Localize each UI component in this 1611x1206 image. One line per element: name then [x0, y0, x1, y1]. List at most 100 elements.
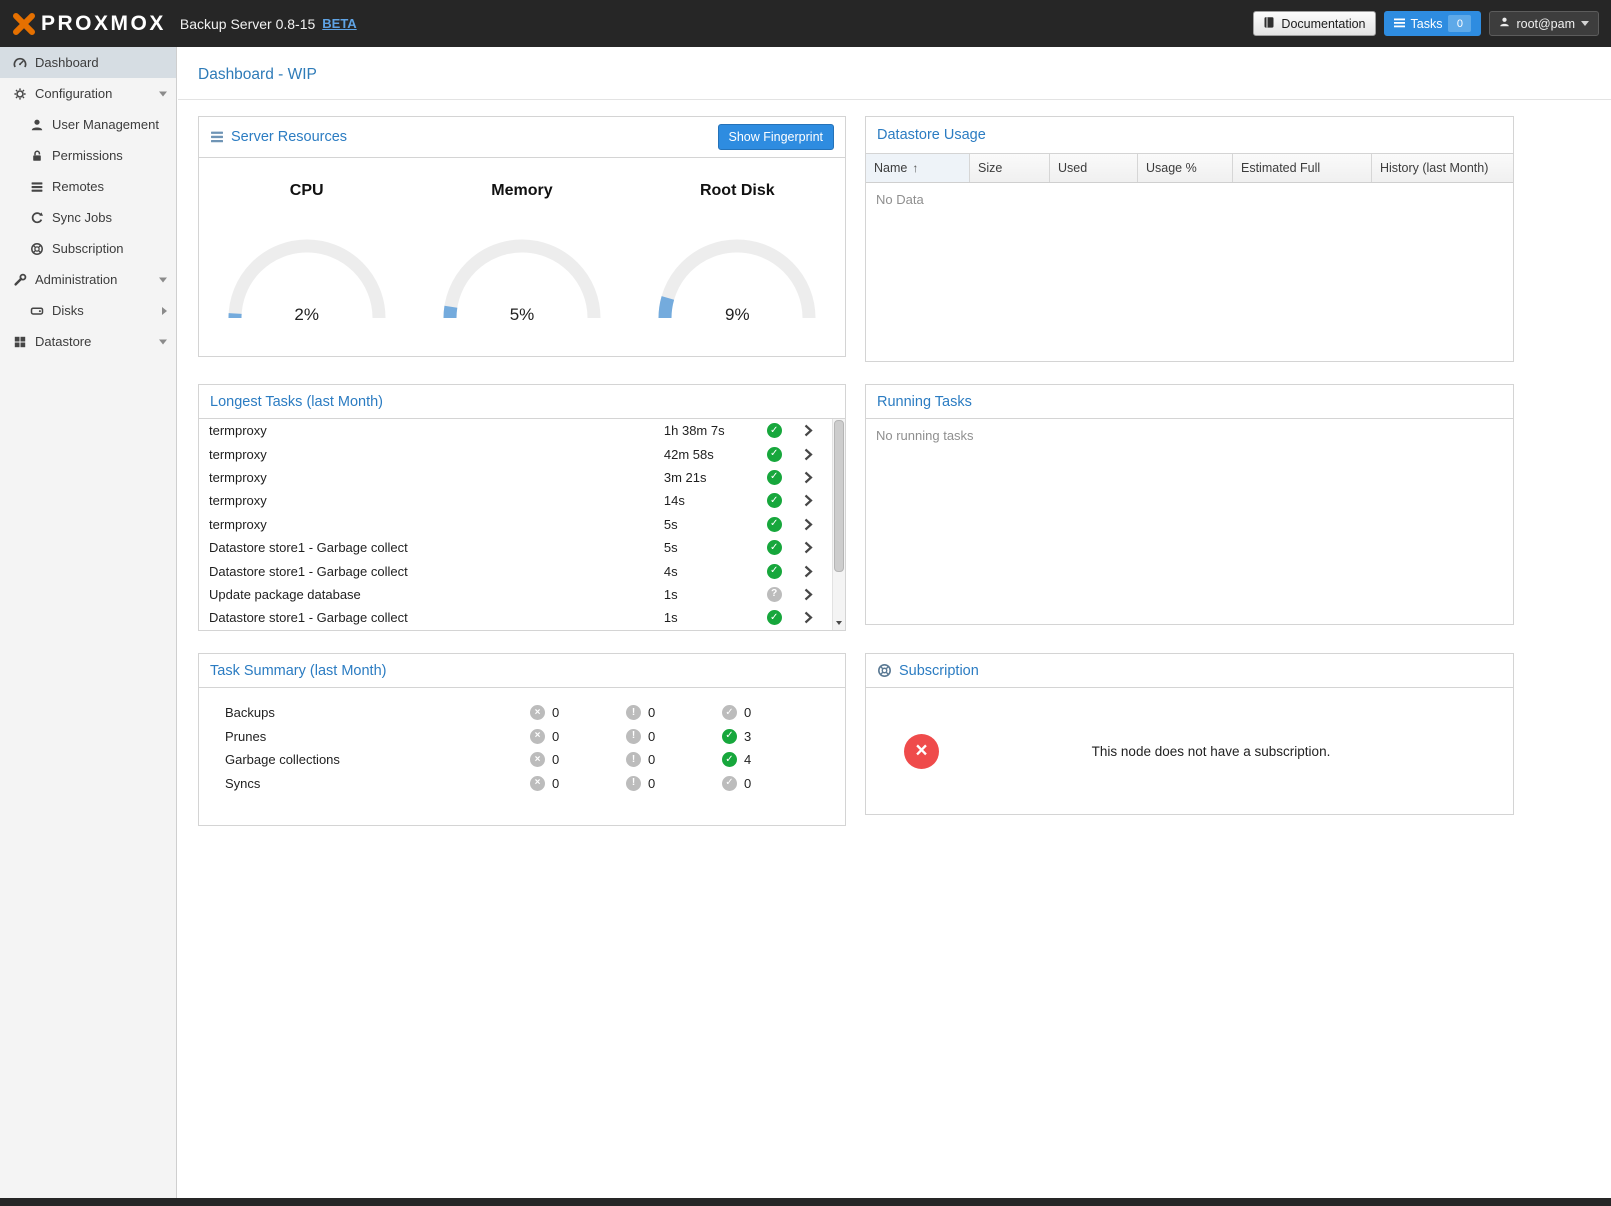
task-duration: 14s — [664, 493, 767, 508]
sidebar-item-label: Configuration — [35, 86, 112, 101]
gauge-title: Root Disk — [632, 182, 842, 200]
sync-icon — [28, 211, 45, 225]
error-count-icon: × — [530, 752, 545, 767]
sidebar-item-label: Disks — [52, 303, 84, 318]
unlock-icon — [28, 149, 45, 163]
user-icon — [28, 118, 45, 132]
task-duration: 3m 21s — [664, 470, 767, 485]
show-fingerprint-button[interactable]: Show Fingerprint — [718, 124, 835, 150]
chevron-right-icon[interactable] — [804, 424, 832, 437]
scrollbar-thumb[interactable] — [834, 420, 844, 572]
task-summary-row-prunes[interactable]: Prunes ×0 !0 ✓3 — [199, 725, 845, 749]
task-duration: 5s — [664, 540, 767, 555]
sidebar-item-label: Subscription — [52, 241, 124, 256]
task-row[interactable]: termproxy 5s ✓ — [199, 513, 832, 536]
summary-label: Backups — [199, 705, 530, 720]
status-ok-icon: ✓ — [767, 493, 805, 508]
chevron-right-icon[interactable] — [804, 541, 832, 554]
column-label: Size — [978, 161, 1002, 175]
column-header-used[interactable]: Used — [1050, 154, 1138, 182]
chevron-down-icon[interactable] — [159, 277, 167, 282]
task-row[interactable]: termproxy 14s ✓ — [199, 489, 832, 512]
chevron-right-icon[interactable] — [804, 611, 832, 624]
chevron-right-icon[interactable] — [804, 494, 832, 507]
task-name: termproxy — [209, 517, 664, 532]
chevron-right-icon[interactable] — [804, 448, 832, 461]
sidebar-item-sync-jobs[interactable]: Sync Jobs — [0, 202, 176, 233]
sidebar-item-permissions[interactable]: Permissions — [0, 140, 176, 171]
column-header-name[interactable]: Name ↑ — [866, 154, 970, 182]
datastore-usage-title: Datastore Usage — [877, 127, 986, 143]
task-name: Datastore store1 - Garbage collect — [209, 540, 664, 555]
sidebar-item-label: Remotes — [52, 179, 104, 194]
error-count-icon: × — [530, 729, 545, 744]
running-tasks-empty-text: No running tasks — [866, 419, 1513, 452]
gauge-memory: Memory 5% — [417, 174, 627, 356]
task-name: termproxy — [209, 470, 664, 485]
chevron-right-icon[interactable] — [162, 307, 167, 315]
column-header-size[interactable]: Size — [970, 154, 1050, 182]
task-row[interactable]: termproxy 42m 58s ✓ — [199, 442, 832, 465]
task-row[interactable]: Update package database 1s ? — [199, 583, 832, 606]
task-summary-row-syncs[interactable]: Syncs ×0 !0 ✓0 — [199, 772, 845, 796]
task-duration: 1h 38m 7s — [664, 423, 767, 438]
chevron-right-icon[interactable] — [804, 565, 832, 578]
status-ok-icon: ✓ — [767, 470, 805, 485]
task-row[interactable]: Datastore store1 - Garbage collect 5s ✓ — [199, 536, 832, 559]
task-row[interactable]: Datastore store1 - Garbage collect 4s ✓ — [199, 559, 832, 582]
column-header-usage-[interactable]: Usage % — [1138, 154, 1233, 182]
error-count: 0 — [552, 776, 559, 791]
sidebar-item-disks[interactable]: Disks — [0, 295, 176, 326]
ok-count: 4 — [744, 752, 751, 767]
task-row[interactable]: Datastore store1 - Garbage collect 1s ✓ — [199, 606, 832, 629]
dashboard-content: Server Resources Show Fingerprint CPU 2%… — [178, 100, 1611, 842]
warning-count: 0 — [648, 776, 655, 791]
server-resources-title: Server Resources — [231, 129, 347, 145]
column-header-estimated-full[interactable]: Estimated Full — [1233, 154, 1372, 182]
scrollbar-down-button[interactable] — [833, 616, 845, 629]
scrollbar[interactable] — [832, 419, 845, 630]
subscription-message: This node does not have a subscription. — [939, 744, 1513, 759]
chevron-right-icon[interactable] — [804, 471, 832, 484]
sidebar-item-configuration[interactable]: Configuration — [0, 78, 176, 109]
warning-count: 0 — [648, 752, 655, 767]
product-subtitle: Backup Server 0.8-15 — [180, 16, 315, 32]
column-header-history-last-month-[interactable]: History (last Month) — [1372, 154, 1513, 182]
sidebar-item-remotes[interactable]: Remotes — [0, 171, 176, 202]
server-resources-panel: Server Resources Show Fingerprint CPU 2%… — [198, 116, 846, 357]
tasks-button[interactable]: Tasks 0 — [1384, 11, 1482, 36]
chevron-down-icon[interactable] — [159, 339, 167, 344]
task-summary-row-backups[interactable]: Backups ×0 !0 ✓0 — [199, 701, 845, 725]
error-count: 0 — [552, 705, 559, 720]
task-duration: 1s — [664, 587, 767, 602]
life-ring-icon — [877, 663, 892, 678]
longest-tasks-grid: termproxy 1h 38m 7s ✓ termproxy 42m 58s … — [199, 419, 845, 630]
sidebar-item-label: Datastore — [35, 334, 91, 349]
task-summary-panel: Task Summary (last Month) Backups ×0 !0 … — [198, 653, 846, 826]
sidebar-item-subscription[interactable]: Subscription — [0, 233, 176, 264]
book-icon — [1263, 16, 1275, 32]
error-count: 0 — [552, 729, 559, 744]
ok-count: 0 — [744, 776, 751, 791]
beta-link[interactable]: BETA — [322, 16, 356, 31]
chevron-down-icon[interactable] — [159, 91, 167, 96]
ok-count-icon: ✓ — [722, 729, 737, 744]
task-row[interactable]: termproxy 1h 38m 7s ✓ — [199, 419, 832, 442]
task-row[interactable]: termproxy 3m 21s ✓ — [199, 466, 832, 489]
documentation-button[interactable]: Documentation — [1253, 11, 1375, 36]
sidebar-item-administration[interactable]: Administration — [0, 264, 176, 295]
sidebar-item-datastore[interactable]: Datastore — [0, 326, 176, 357]
datastore-usage-panel: Datastore Usage Name ↑ Size Used Usage %… — [865, 116, 1514, 362]
top-bar: PROXMOX Backup Server 0.8-15 BETA Docume… — [0, 0, 1611, 47]
sidebar-item-dashboard[interactable]: Dashboard — [0, 47, 176, 78]
status-ok-icon: ✓ — [767, 447, 805, 462]
proxmox-x-icon — [12, 12, 36, 36]
task-summary-row-garbage-collections[interactable]: Garbage collections ×0 !0 ✓4 — [199, 748, 845, 772]
gauges-row: CPU 2% Memory 5% Root Disk 9% — [199, 158, 845, 356]
chevron-right-icon[interactable] — [804, 518, 832, 531]
chevron-right-icon[interactable] — [804, 588, 832, 601]
summary-label: Prunes — [199, 729, 530, 744]
sidebar-item-user-management[interactable]: User Management — [0, 109, 176, 140]
ok-count: 0 — [744, 705, 751, 720]
user-menu-button[interactable]: root@pam — [1489, 11, 1599, 36]
